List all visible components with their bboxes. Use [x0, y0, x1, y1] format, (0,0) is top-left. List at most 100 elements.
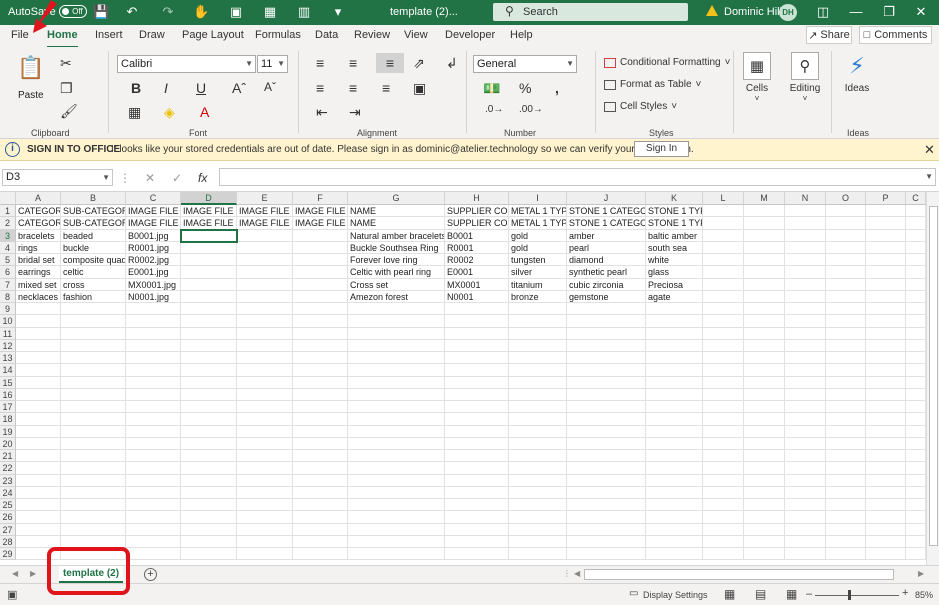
cell[interactable]	[293, 290, 348, 303]
cell[interactable]	[348, 425, 445, 438]
cell[interactable]	[866, 401, 906, 414]
cell[interactable]	[181, 266, 237, 279]
cell[interactable]	[703, 229, 744, 242]
cell[interactable]	[237, 437, 293, 450]
row-header[interactable]: 9	[0, 303, 16, 316]
cell-styles-button[interactable]: Cell Styles ˅	[604, 101, 677, 112]
cell[interactable]: MX0001.jpg	[126, 278, 181, 291]
cell[interactable]	[61, 425, 126, 438]
cell[interactable]	[293, 364, 348, 377]
column-header[interactable]: G	[348, 192, 445, 205]
avatar[interactable]: DH	[779, 4, 797, 21]
cell[interactable]	[826, 266, 866, 279]
cell[interactable]	[826, 205, 866, 218]
cell[interactable]	[237, 364, 293, 377]
cell[interactable]	[237, 474, 293, 487]
cell[interactable]	[237, 499, 293, 512]
cell[interactable]	[826, 241, 866, 254]
cell[interactable]	[906, 229, 926, 242]
cell[interactable]: composite quad	[61, 254, 126, 267]
decrease-font-icon[interactable]: Aˇ	[264, 80, 276, 94]
cell[interactable]	[293, 278, 348, 291]
cell[interactable]	[646, 327, 703, 340]
cell[interactable]	[293, 352, 348, 365]
column-header[interactable]: K	[646, 192, 703, 205]
cell[interactable]	[826, 327, 866, 340]
cell[interactable]	[785, 254, 826, 267]
cell[interactable]: NAME	[348, 217, 445, 230]
cell[interactable]	[181, 450, 237, 463]
cell[interactable]	[646, 364, 703, 377]
cell[interactable]	[646, 437, 703, 450]
cell[interactable]	[445, 450, 509, 463]
cell[interactable]	[785, 339, 826, 352]
cell[interactable]	[703, 376, 744, 389]
cell[interactable]	[826, 474, 866, 487]
cell[interactable]	[237, 241, 293, 254]
cell[interactable]	[348, 450, 445, 463]
cell[interactable]	[744, 303, 785, 316]
cell[interactable]	[703, 205, 744, 218]
cell[interactable]	[785, 229, 826, 242]
cell[interactable]	[16, 364, 61, 377]
cell[interactable]	[866, 241, 906, 254]
cell[interactable]	[866, 217, 906, 230]
cell[interactable]	[703, 339, 744, 352]
cell[interactable]	[866, 339, 906, 352]
cell[interactable]	[744, 266, 785, 279]
cell[interactable]	[826, 437, 866, 450]
cell[interactable]	[826, 462, 866, 475]
touch-mode-icon[interactable]: ✋	[193, 4, 209, 20]
cell[interactable]	[293, 315, 348, 328]
cell[interactable]: B0001	[445, 229, 509, 242]
tab-developer[interactable]: Developer	[445, 29, 495, 41]
cell[interactable]	[237, 535, 293, 548]
cell[interactable]	[744, 425, 785, 438]
format-as-table-button[interactable]: Format as Table ˅	[604, 79, 701, 90]
cell[interactable]	[703, 327, 744, 340]
cell[interactable]	[237, 327, 293, 340]
cell[interactable]	[293, 401, 348, 414]
column-header[interactable]: C	[906, 192, 926, 205]
cell[interactable]: diamond	[567, 254, 646, 267]
cell[interactable]	[293, 254, 348, 267]
cell[interactable]	[906, 205, 926, 218]
align-top-icon[interactable]: ≡	[316, 55, 324, 71]
cell[interactable]	[445, 339, 509, 352]
row-header[interactable]: 16	[0, 388, 16, 401]
cell[interactable]: amber	[567, 229, 646, 242]
cell[interactable]	[866, 290, 906, 303]
cell[interactable]: pearl	[567, 241, 646, 254]
cell[interactable]	[181, 474, 237, 487]
customize-qat-icon[interactable]: ▾	[330, 4, 346, 20]
row-header[interactable]: 12	[0, 339, 16, 352]
cell[interactable]	[348, 523, 445, 536]
restore-icon[interactable]: ❐	[881, 4, 897, 20]
cell[interactable]	[567, 315, 646, 328]
cell[interactable]	[646, 511, 703, 524]
tab-page-layout[interactable]: Page Layout	[182, 29, 244, 41]
cell[interactable]: gold	[509, 229, 567, 242]
cell[interactable]: CATEGORY	[16, 217, 61, 230]
cell[interactable]	[785, 535, 826, 548]
form-icon[interactable]: ▣	[228, 4, 244, 20]
cell[interactable]	[826, 364, 866, 377]
cell[interactable]	[744, 315, 785, 328]
cell[interactable]: Natural amber bracelets	[348, 229, 445, 242]
cell[interactable]	[703, 315, 744, 328]
cell[interactable]	[181, 437, 237, 450]
row-header[interactable]: 2	[0, 217, 16, 230]
cell[interactable]: CATEGORY	[16, 205, 61, 218]
cell[interactable]	[16, 352, 61, 365]
row-header[interactable]: 19	[0, 425, 16, 438]
cell[interactable]	[126, 327, 181, 340]
cell[interactable]	[744, 474, 785, 487]
column-header[interactable]: E	[237, 192, 293, 205]
cell[interactable]	[906, 548, 926, 561]
cell[interactable]	[293, 388, 348, 401]
column-header[interactable]: H	[445, 192, 509, 205]
cell[interactable]	[866, 486, 906, 499]
cell[interactable]	[826, 229, 866, 242]
cell[interactable]	[293, 499, 348, 512]
cell[interactable]	[785, 266, 826, 279]
